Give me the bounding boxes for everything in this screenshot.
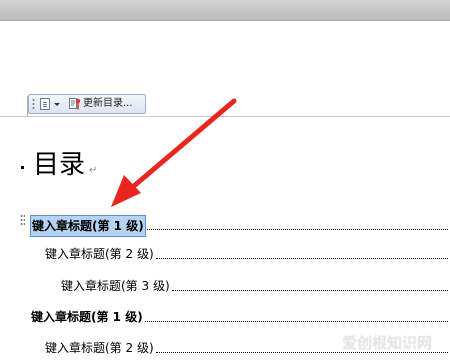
chevron-down-icon[interactable]	[54, 103, 60, 106]
toc-dot-leader	[145, 321, 448, 322]
toc-content-control-toolbar: 更新目录...	[28, 94, 146, 114]
toc-entry-level-3[interactable]: 键入章标题(第 3 级)	[61, 277, 450, 295]
watermark-text: 爱创根知识网	[342, 334, 433, 352]
toc-row-grip-icon[interactable]	[20, 214, 25, 226]
window-top-bar	[0, 0, 450, 21]
toc-dot-leader	[147, 229, 448, 230]
toc-dot-leader	[156, 258, 448, 259]
page-margin-guide	[0, 116, 450, 117]
toc-entry-level-2[interactable]: 键入章标题(第 2 级)	[45, 245, 450, 263]
toc-dot-leader	[172, 290, 448, 291]
toc-entry-text: 键入章标题(第 1 级)	[31, 310, 143, 324]
update-toc-button[interactable]: 更新目录...	[83, 97, 133, 111]
toolbar-grip-icon[interactable]	[32, 98, 35, 110]
anchor-marker	[21, 166, 24, 169]
toc-entry-level-1[interactable]: 键入章标题(第 1 级)	[30, 215, 450, 237]
toc-entry-level-1[interactable]: 键入章标题(第 1 级)	[31, 308, 450, 326]
toc-document-icon[interactable]	[40, 98, 50, 110]
toc-entry-text: 键入章标题(第 2 级)	[45, 247, 154, 261]
document-title: 目录	[33, 150, 86, 180]
toc-entry-text: 键入章标题(第 1 级)	[30, 215, 146, 237]
paragraph-mark-icon: ↵	[89, 165, 98, 176]
toc-entry-text: 键入章标题(第 3 级)	[61, 279, 170, 293]
toc-entry-text: 键入章标题(第 2 级)	[45, 341, 154, 355]
update-toc-icon[interactable]	[69, 97, 81, 111]
